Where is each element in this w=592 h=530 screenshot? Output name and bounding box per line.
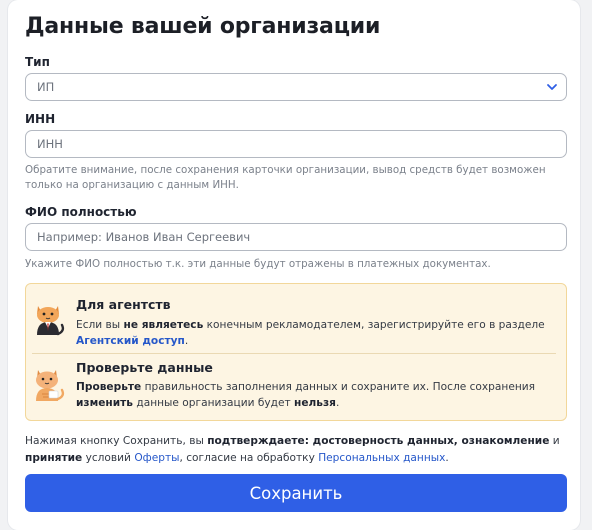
agents-title: Для агентств [76,297,171,312]
type-select-value: ИП [37,80,55,94]
type-label: Тип [25,55,50,69]
ginger-cat-icon [36,370,65,401]
cat-in-suit-icon [37,306,65,336]
fio-label: ФИО полностью [25,205,137,219]
organization-card: Данные вашей организации Тип ИП ИНН ИНН … [8,0,580,530]
inn-placeholder: ИНН [37,137,63,151]
page-title: Данные вашей организации [25,14,381,39]
notice-divider [32,353,556,354]
personal-data-link[interactable]: Персональных данных [318,452,445,464]
inn-hint: Обратите внимание, после сохранения карт… [25,164,546,191]
agent-access-link[interactable]: Агентский доступ [76,335,185,347]
chevron-down-icon [547,84,557,90]
notice-box: Для агентств Если вы не являетесь конечн… [25,283,567,421]
fio-input[interactable]: Например: Иванов Иван Сергеевич [25,223,567,251]
offer-link[interactable]: Оферты [134,452,179,464]
inn-label: ИНН [25,112,56,126]
inn-input[interactable]: ИНН [25,130,567,158]
save-button[interactable]: Сохранить [25,474,567,512]
fio-placeholder: Например: Иванов Иван Сергеевич [37,230,251,244]
consent-text: Нажимая кнопку Сохранить, вы подтверждае… [25,435,560,464]
check-title: Проверьте данные [76,360,213,375]
check-text: Проверьте правильность заполнения данных… [76,381,536,409]
fio-hint: Укажите ФИО полностью т.к. эти данные бу… [25,258,491,270]
agents-text: Если вы не являетесь конечным рекламодат… [76,319,545,347]
type-select[interactable]: ИП [25,73,567,101]
